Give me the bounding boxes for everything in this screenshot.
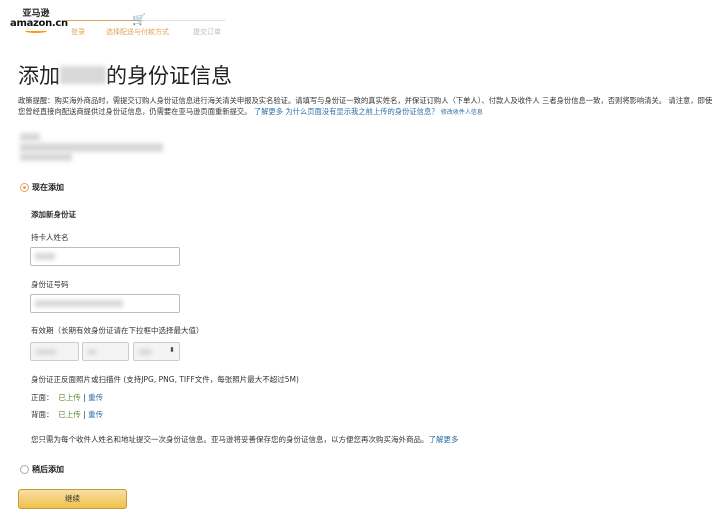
amazon-logo[interactable]: 亚马逊 amazon.cn (10, 10, 68, 33)
edit-recipient-link[interactable]: 修改收件人信息 (441, 109, 483, 116)
add-now-option[interactable]: 现在添加 (20, 182, 64, 193)
back-reupload-link[interactable]: 重传 (88, 410, 103, 419)
name-label: 持卡人姓名 (31, 233, 69, 242)
smile-icon (25, 29, 47, 33)
front-row: 正面： 已上传 | 重传 (31, 393, 104, 402)
step-submit-order: 提交订单 (193, 28, 221, 36)
add-now-radio[interactable] (20, 183, 29, 192)
note-learn-more-link[interactable]: 了解更多 (429, 435, 459, 444)
front-reupload-link[interactable]: 重传 (88, 393, 103, 402)
chevron-updown-icon: ⬍ (169, 346, 175, 354)
add-later-radio[interactable] (20, 465, 29, 474)
why-no-id-link[interactable]: 为什么页面没有显示我之前上传的身份证信息？ (285, 107, 438, 116)
cart-icon: 🛒 (132, 13, 146, 26)
id-number-label: 身份证号码 (31, 280, 69, 289)
section-title: 添加新身份证 (31, 210, 76, 219)
page-title: 添加 的身份证信息 (18, 64, 232, 88)
add-later-option[interactable]: 稍后添加 (20, 464, 64, 475)
validity-month-select[interactable] (82, 342, 129, 361)
save-note: 您只需为每个收件人姓名和地址提交一次身份证信息。亚马逊将妥善保存您的身份证信息，… (31, 435, 459, 444)
redacted-name (60, 66, 106, 84)
redacted-address (20, 153, 72, 161)
back-status: 已上传 (58, 410, 81, 419)
front-status: 已上传 (58, 393, 81, 402)
step-login: 登录 (71, 28, 85, 36)
upload-label: 身份证正反面照片或扫描件 (支持JPG, PNG, TIFF文件，每张照片最大不… (31, 375, 299, 384)
id-number-input[interactable] (30, 294, 180, 313)
redacted-address (20, 143, 163, 152)
learn-more-link[interactable]: 了解更多 (254, 107, 283, 116)
step-shipping-payment: 选择配送与付款方式 (106, 28, 169, 36)
validity-label: 有效期（长期有效身份证请在下拉框中选择最大值） (31, 326, 204, 335)
redacted-address (20, 133, 40, 141)
back-row: 背面： 已上传 | 重传 (31, 410, 104, 419)
validity-day-select[interactable]: ⬍ (133, 342, 180, 361)
validity-year-select[interactable] (30, 342, 79, 361)
policy-notice: 政策提醒：购买海外商品时，需提交订购人身份证信息进行海关清关申报及实名验证。请填… (18, 96, 713, 116)
continue-button[interactable]: 继续 (18, 489, 127, 509)
name-input[interactable] (30, 247, 180, 266)
